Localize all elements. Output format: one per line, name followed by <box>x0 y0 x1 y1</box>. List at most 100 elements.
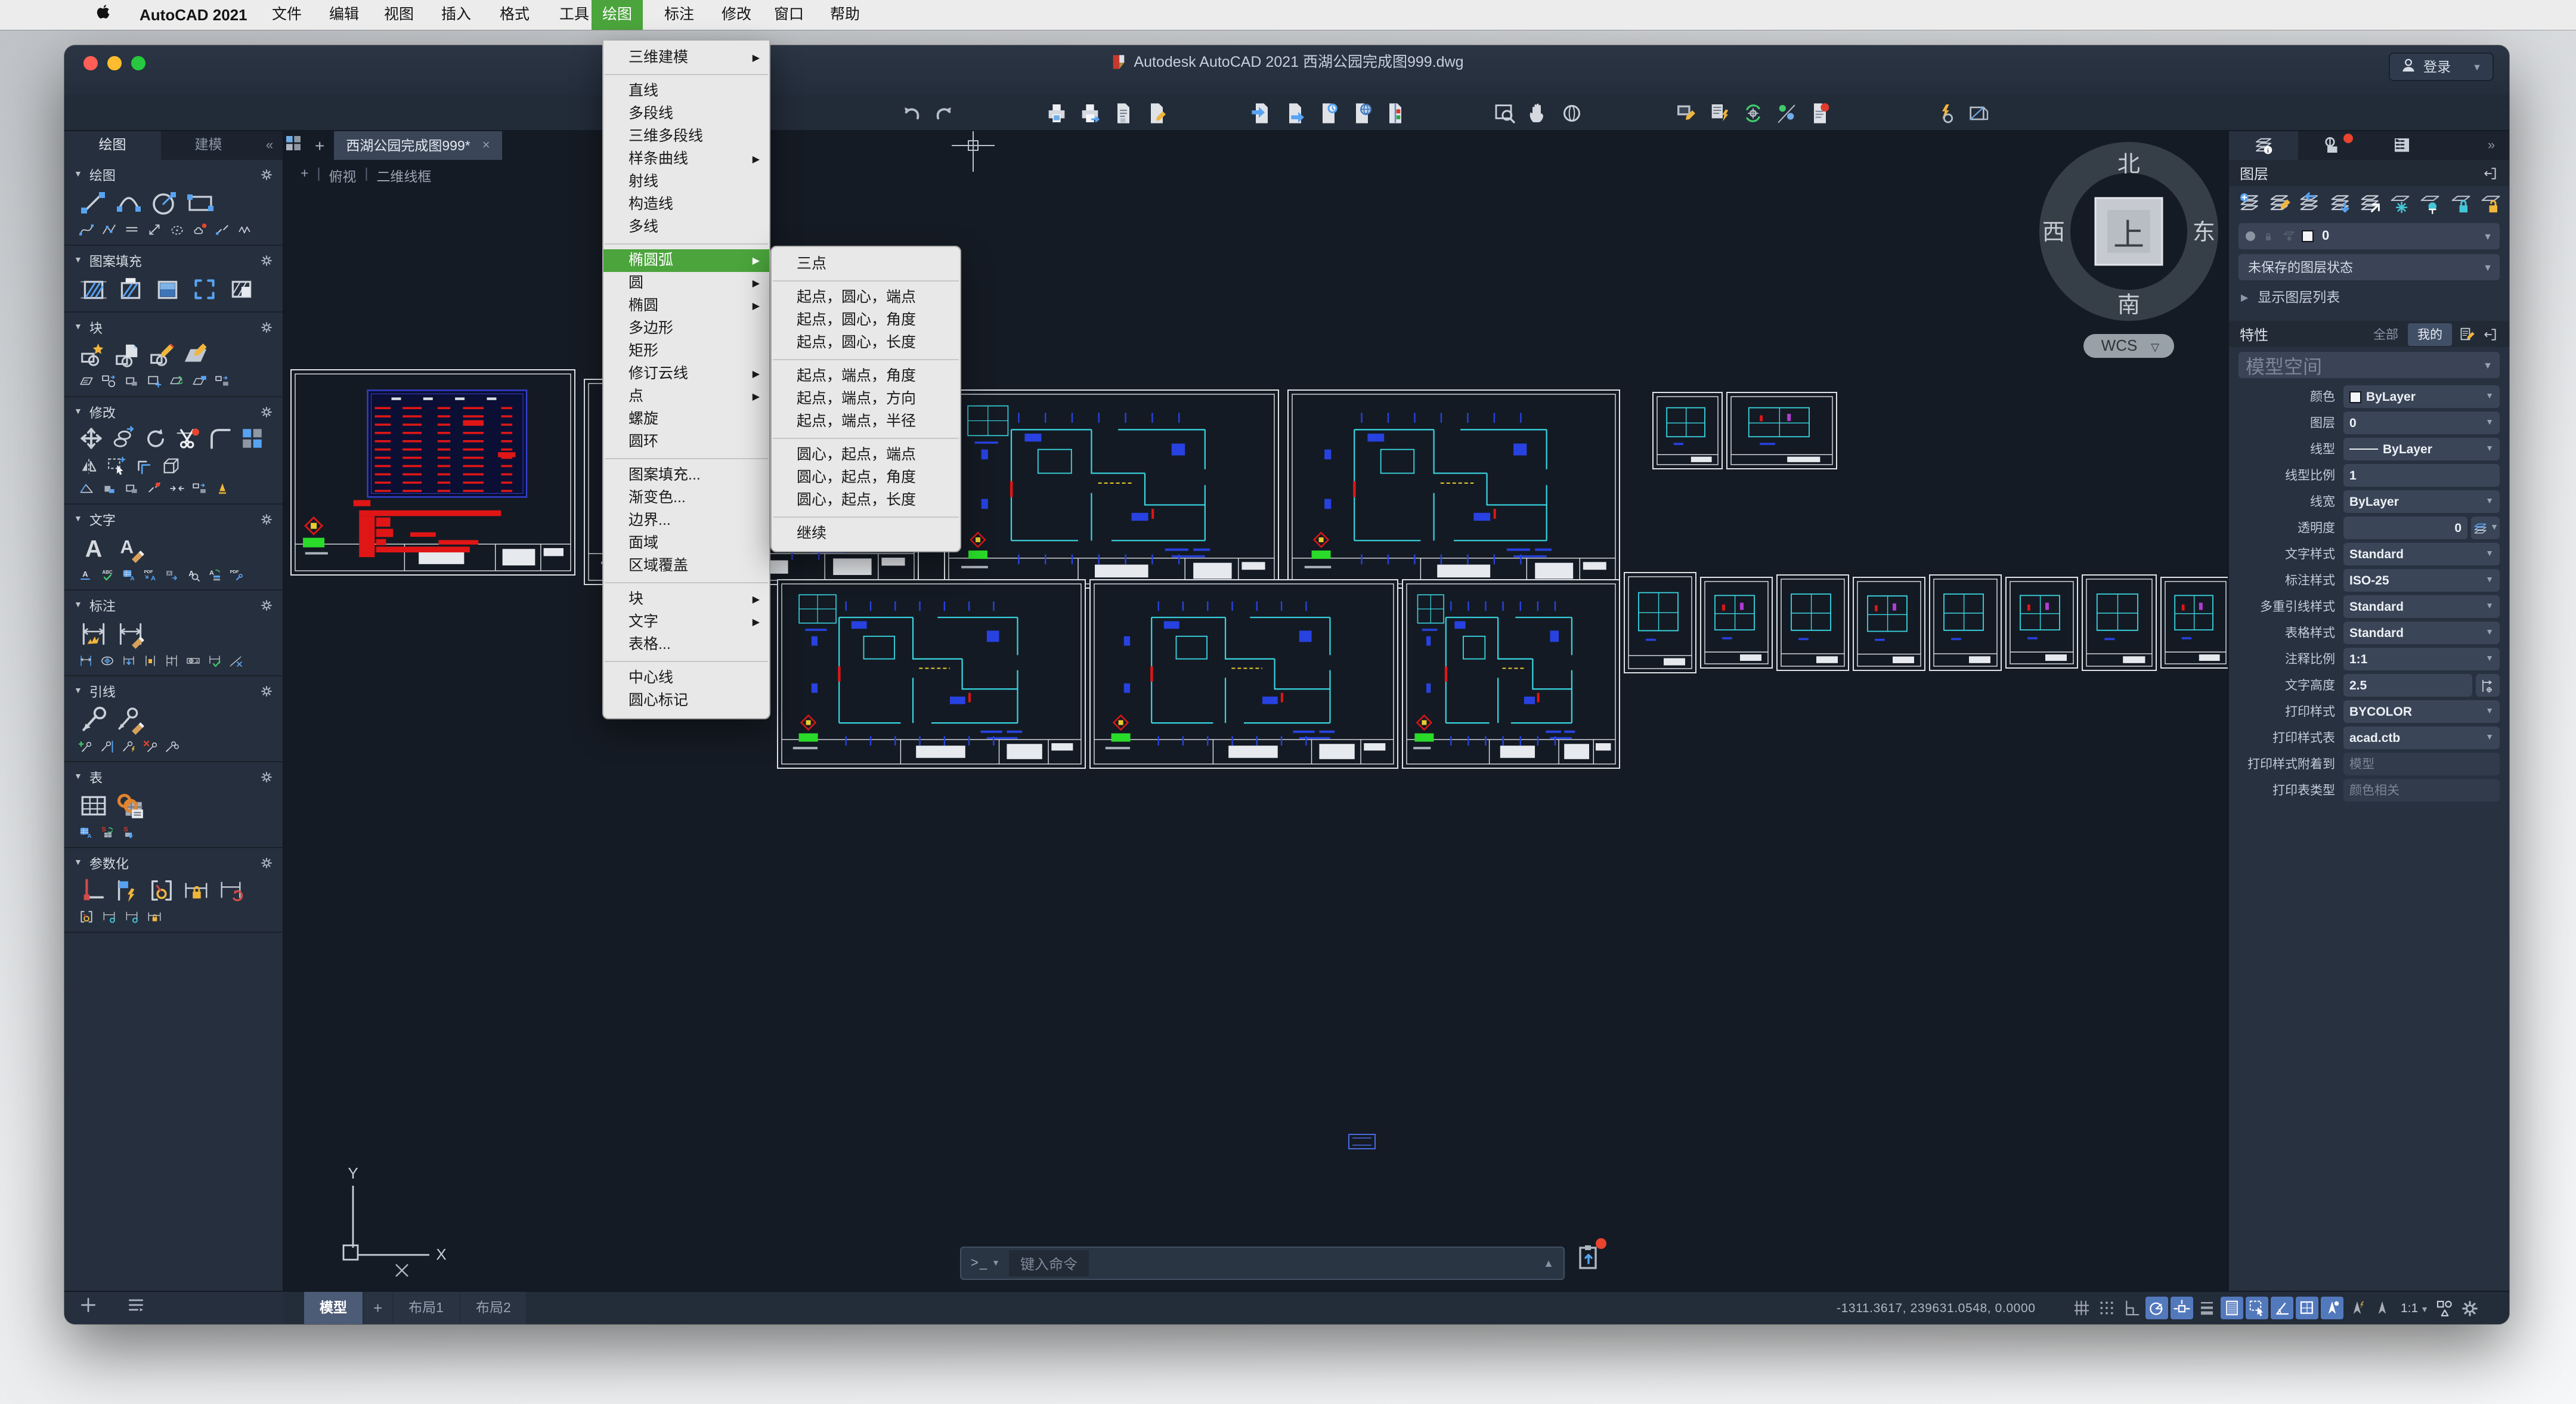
hatch-edit-tool-icon[interactable] <box>116 274 145 304</box>
draw-menu-item-多线[interactable]: 多线 <box>603 216 769 239</box>
mirror-tool-icon[interactable] <box>79 456 99 476</box>
property-field-表格样式[interactable]: Standard▼ <box>2343 621 2500 644</box>
menubar-item-修改[interactable]: 修改 <box>711 0 762 30</box>
layer-import-icon[interactable] <box>2327 191 2351 216</box>
box-3d-tool-icon[interactable] <box>161 456 181 476</box>
status-toggle-grid[interactable] <box>2070 1297 2093 1319</box>
palette-section-文字[interactable]: ▼文字 <box>64 508 283 531</box>
text-height-pick-button[interactable] <box>2476 674 2500 697</box>
rotate-tool-icon[interactable] <box>143 426 168 451</box>
block-replace-tool-icon[interactable] <box>215 373 230 389</box>
viewcube-label[interactable]: 上 <box>2113 218 2144 253</box>
redo-icon[interactable] <box>933 101 956 125</box>
import-icon[interactable] <box>1250 101 1274 125</box>
properties-panel-close-icon[interactable] <box>2483 326 2498 342</box>
hide-constraints-tool-icon[interactable] <box>124 909 140 924</box>
linear-dim-tool-icon[interactable] <box>79 654 93 668</box>
define-attribute-tool-icon[interactable] <box>79 373 94 389</box>
参数化-settings-icon[interactable] <box>260 856 273 870</box>
draw-menu-item-渐变色...[interactable]: 渐变色... <box>603 487 769 509</box>
status-toggle-annot[interactable] <box>2371 1297 2394 1319</box>
table-tool-icon[interactable] <box>79 791 109 821</box>
palette-section-绘图[interactable]: ▼绘图 <box>64 163 283 186</box>
circle-tool-icon[interactable] <box>150 188 179 217</box>
引线-settings-icon[interactable] <box>260 685 273 698</box>
layer-lock-icon[interactable] <box>2448 191 2472 216</box>
constraint-sync-tool-icon[interactable] <box>217 877 244 904</box>
panel-tab-xref-tab[interactable] <box>2298 131 2367 160</box>
draw-menu-item-圆环[interactable]: 圆环 <box>603 431 769 453</box>
draw-menu-item-块[interactable]: 块▶ <box>603 588 769 611</box>
menubar-item-视图[interactable]: 视图 <box>373 0 425 30</box>
palette-section-块[interactable]: ▼块 <box>64 316 283 339</box>
leader-edit-tool-icon[interactable] <box>116 705 145 735</box>
geometric-constraint-tool-icon[interactable] <box>79 877 106 904</box>
property-field-打印样式表[interactable]: acad.ctb▼ <box>2343 726 2500 749</box>
page-setup-icon[interactable] <box>1111 101 1135 125</box>
print-preview-icon[interactable] <box>1078 101 1102 125</box>
draw-menu-item-圆[interactable]: 圆▶ <box>603 272 769 295</box>
property-field-线宽[interactable]: ByLayer▼ <box>2343 490 2500 513</box>
arc-submenu-item-起点，圆心，长度[interactable]: 起点，圆心，长度 <box>772 332 960 354</box>
draw-menu-item-射线[interactable]: 射线 <box>603 171 769 193</box>
properties-edit-icon[interactable] <box>2459 326 2476 342</box>
property-field-标注样式[interactable]: ISO-25▼ <box>2343 569 2500 592</box>
table-export-tool-icon[interactable]: S <box>122 825 136 840</box>
join-rect-tool-icon[interactable] <box>124 481 140 496</box>
window-titlebar[interactable]: Autodesk AutoCAD 2021 西湖公园完成图999.dwg 登录 … <box>64 45 2509 95</box>
collapse-triangle-icon[interactable]: ▼ <box>74 601 82 610</box>
array-tool-icon[interactable] <box>240 426 265 451</box>
infer-constraints-tool-icon[interactable] <box>148 877 175 904</box>
stretch-tool-icon[interactable] <box>147 222 162 237</box>
draw-menu-item-区域覆盖[interactable]: 区域覆盖 <box>603 555 769 577</box>
app-menu[interactable]: AutoCAD 2021 <box>129 0 258 30</box>
arc-submenu-item-起点，端点，半径[interactable]: 起点，端点，半径 <box>772 410 960 433</box>
sheet-sync-tool-icon[interactable]: S <box>100 825 114 840</box>
图案填充-settings-icon[interactable] <box>260 254 273 267</box>
replace-tool-icon[interactable] <box>192 481 208 496</box>
boundary-tool-icon[interactable] <box>190 274 219 304</box>
break-point-tool-icon[interactable] <box>147 481 162 496</box>
more-panels-button[interactable]: » <box>2473 131 2509 160</box>
copy-tool-icon[interactable] <box>111 426 136 451</box>
块-settings-icon[interactable] <box>260 321 273 334</box>
chevron-down-icon[interactable]: ▼ <box>2485 576 2494 585</box>
draw-menu-item-矩形[interactable]: 矩形 <box>603 340 769 363</box>
viewcube[interactable]: 北南西东上WCS▽ <box>2042 152 2215 358</box>
mtext-tool-icon[interactable]: A <box>79 533 109 563</box>
arc-submenu-item-起点，端点，角度[interactable]: 起点，端点，角度 <box>772 365 960 388</box>
palette-section-标注[interactable]: ▼标注 <box>64 594 283 617</box>
attr-manager-tool-icon[interactable] <box>101 373 117 389</box>
viewport-control-menu[interactable]: + <box>301 167 308 186</box>
文字-settings-icon[interactable] <box>260 513 273 526</box>
viewport-control-二维线框[interactable]: 二维线框 <box>376 167 431 186</box>
layers-panel-close-icon[interactable] <box>2483 165 2498 181</box>
draw-menu-item-面域[interactable]: 面域 <box>603 532 769 555</box>
viewcube-label[interactable]: 东 <box>2193 220 2215 245</box>
compare-icon[interactable] <box>1383 101 1407 125</box>
collapse-triangle-icon[interactable]: ▼ <box>74 773 82 781</box>
login-button[interactable]: 登录 ▼ <box>2389 52 2494 81</box>
draw-menu-item-构造线[interactable]: 构造线 <box>603 193 769 216</box>
status-gear-button[interactable] <box>2459 1297 2481 1319</box>
dim-edit-tool-icon[interactable] <box>116 619 145 649</box>
leader-align-tool-icon[interactable] <box>100 740 114 754</box>
dim-break-tool-icon[interactable] <box>229 654 243 668</box>
attr-sync-tool-icon[interactable] <box>169 373 185 389</box>
layer-color-swatch[interactable] <box>2302 230 2314 242</box>
save-web-icon[interactable] <box>1350 101 1374 125</box>
export-icon[interactable] <box>1283 101 1307 125</box>
command-expand-icon[interactable]: ▲ <box>1543 1257 1554 1269</box>
pan-icon[interactable] <box>1527 101 1550 125</box>
align-tool-icon[interactable] <box>215 481 230 496</box>
panel-tab-sheetset-tab[interactable] <box>2367 131 2436 160</box>
design-feed-icon[interactable] <box>1775 101 1798 125</box>
filter-all-button[interactable]: 全部 <box>2364 323 2408 345</box>
insert-block-tool-icon[interactable] <box>79 341 106 369</box>
center-mark-tool-icon[interactable] <box>100 654 114 668</box>
viewcube-label[interactable]: 北 <box>2117 152 2140 177</box>
line-tool-icon[interactable] <box>79 188 107 217</box>
status-toggle-polar[interactable] <box>2145 1297 2168 1319</box>
collapse-triangle-icon[interactable]: ▼ <box>74 859 82 867</box>
revision-cloud-tool-icon[interactable] <box>192 222 208 237</box>
